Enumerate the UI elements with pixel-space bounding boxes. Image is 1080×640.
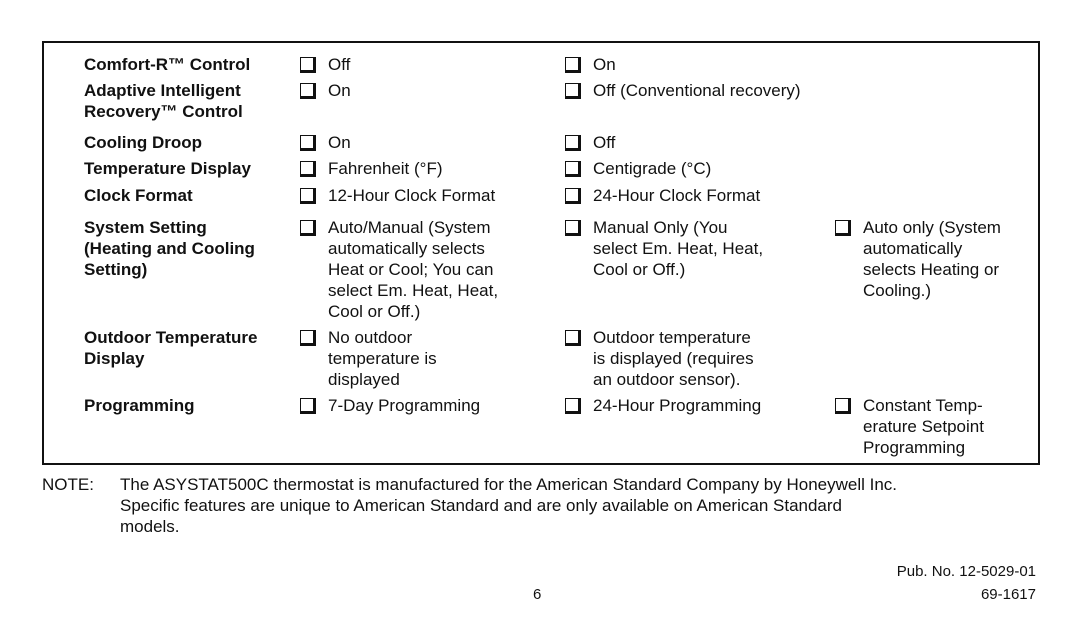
checkbox-icon[interactable] <box>835 220 851 236</box>
document-number: 69-1617 <box>980 586 1036 603</box>
setting-label: Adaptive Intelligent Recovery™ Control <box>84 81 243 121</box>
setting-label: Clock Format <box>84 186 193 205</box>
setting-label: System Setting (Heating and Cooling Sett… <box>84 218 255 279</box>
note-text: The ASYSTAT500C thermostat is manufactur… <box>120 475 898 536</box>
checkbox-icon[interactable] <box>300 83 316 99</box>
checkbox-icon[interactable] <box>565 330 581 346</box>
checkbox-icon[interactable] <box>565 135 581 151</box>
checkbox-icon[interactable] <box>300 135 316 151</box>
setting-label: Comfort-R™ Control <box>84 55 251 74</box>
setting-label: Cooling Droop <box>84 133 203 152</box>
page-number: 6 <box>533 586 542 603</box>
checkbox-icon[interactable] <box>300 398 316 414</box>
checkbox-icon[interactable] <box>565 161 581 177</box>
checkbox-icon[interactable] <box>300 57 316 73</box>
setting-label: Programming <box>84 396 195 415</box>
checkbox-icon[interactable] <box>565 188 581 204</box>
checkbox-icon[interactable] <box>565 57 581 73</box>
checkbox-icon[interactable] <box>565 398 581 414</box>
checkbox-icon[interactable] <box>300 330 316 346</box>
settings-table: Comfort-R™ Control Off On Adaptive Intel… <box>42 41 1040 465</box>
checkbox-icon[interactable] <box>565 83 581 99</box>
note-tag: NOTE: <box>42 475 94 494</box>
publication-number: Pub. No. 12-5029-01 <box>896 563 1036 580</box>
checkbox-icon[interactable] <box>565 220 581 236</box>
checkbox-icon[interactable] <box>300 220 316 236</box>
checkbox-icon[interactable] <box>835 398 851 414</box>
checkbox-icon[interactable] <box>300 161 316 177</box>
setting-label: Outdoor Temperature Display <box>84 328 258 368</box>
setting-label: Temperature Display <box>84 159 251 178</box>
checkbox-icon[interactable] <box>300 188 316 204</box>
